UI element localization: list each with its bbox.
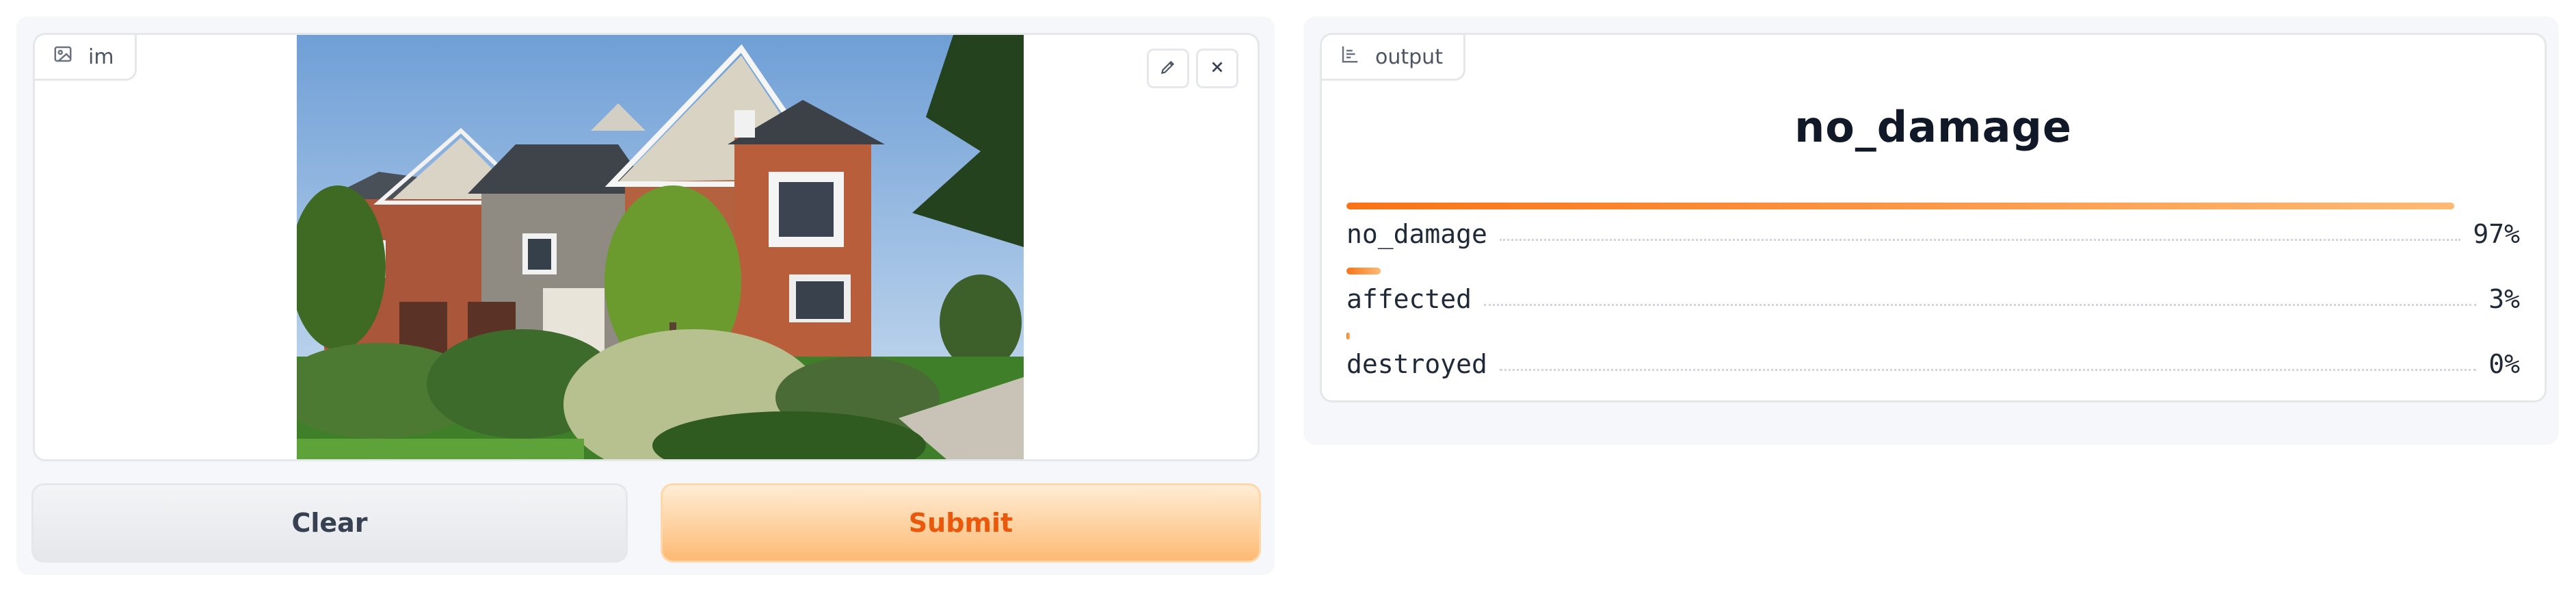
confidence-bar-track [1346, 203, 2488, 209]
clear-button[interactable]: Clear [31, 483, 628, 563]
image-input-panel[interactable]: im [33, 33, 1260, 461]
confidence-bar [1346, 333, 1350, 339]
dotted-leader [1499, 238, 2461, 241]
edit-icon [1159, 58, 1177, 79]
input-label-text: im [88, 44, 114, 69]
predicted-label: no_damage [1794, 102, 2072, 152]
confidence-bar-track [1346, 333, 2488, 339]
confidence-label: destroyed [1346, 349, 1487, 379]
confidence-percent: 97% [2473, 219, 2520, 249]
chart-icon [1340, 44, 1360, 70]
output-panel-label: output [1322, 35, 1465, 81]
confidence-percent: 0% [2488, 349, 2520, 379]
submit-button[interactable]: Submit [661, 483, 1261, 563]
output-panel: output no_damage no_damage 97% affected … [1320, 33, 2547, 402]
input-column: im Clear Submit [16, 16, 1275, 575]
confidence-label: no_damage [1346, 219, 1487, 249]
remove-image-button[interactable] [1196, 49, 1238, 88]
confidence-percent: 3% [2488, 284, 2520, 314]
confidence-bar [1346, 268, 1381, 274]
confidence-row[interactable]: no_damage 97% [1346, 203, 2520, 264]
output-column: output no_damage no_damage 97% affected … [1303, 16, 2559, 445]
dotted-leader [1499, 368, 2477, 371]
confidence-row[interactable]: affected 3% [1346, 268, 2520, 329]
confidence-bar-track [1346, 268, 2488, 274]
uploaded-image [297, 35, 1024, 459]
output-label-text: output [1375, 44, 1443, 69]
dotted-leader [1484, 303, 2477, 306]
confidence-label: affected [1346, 284, 1472, 314]
input-panel-label: im [35, 35, 137, 81]
confidence-row[interactable]: destroyed 0% [1346, 333, 2520, 394]
close-icon [1208, 58, 1226, 79]
confidence-bar [1346, 203, 2454, 209]
edit-button[interactable] [1147, 49, 1189, 88]
image-icon [53, 44, 73, 70]
